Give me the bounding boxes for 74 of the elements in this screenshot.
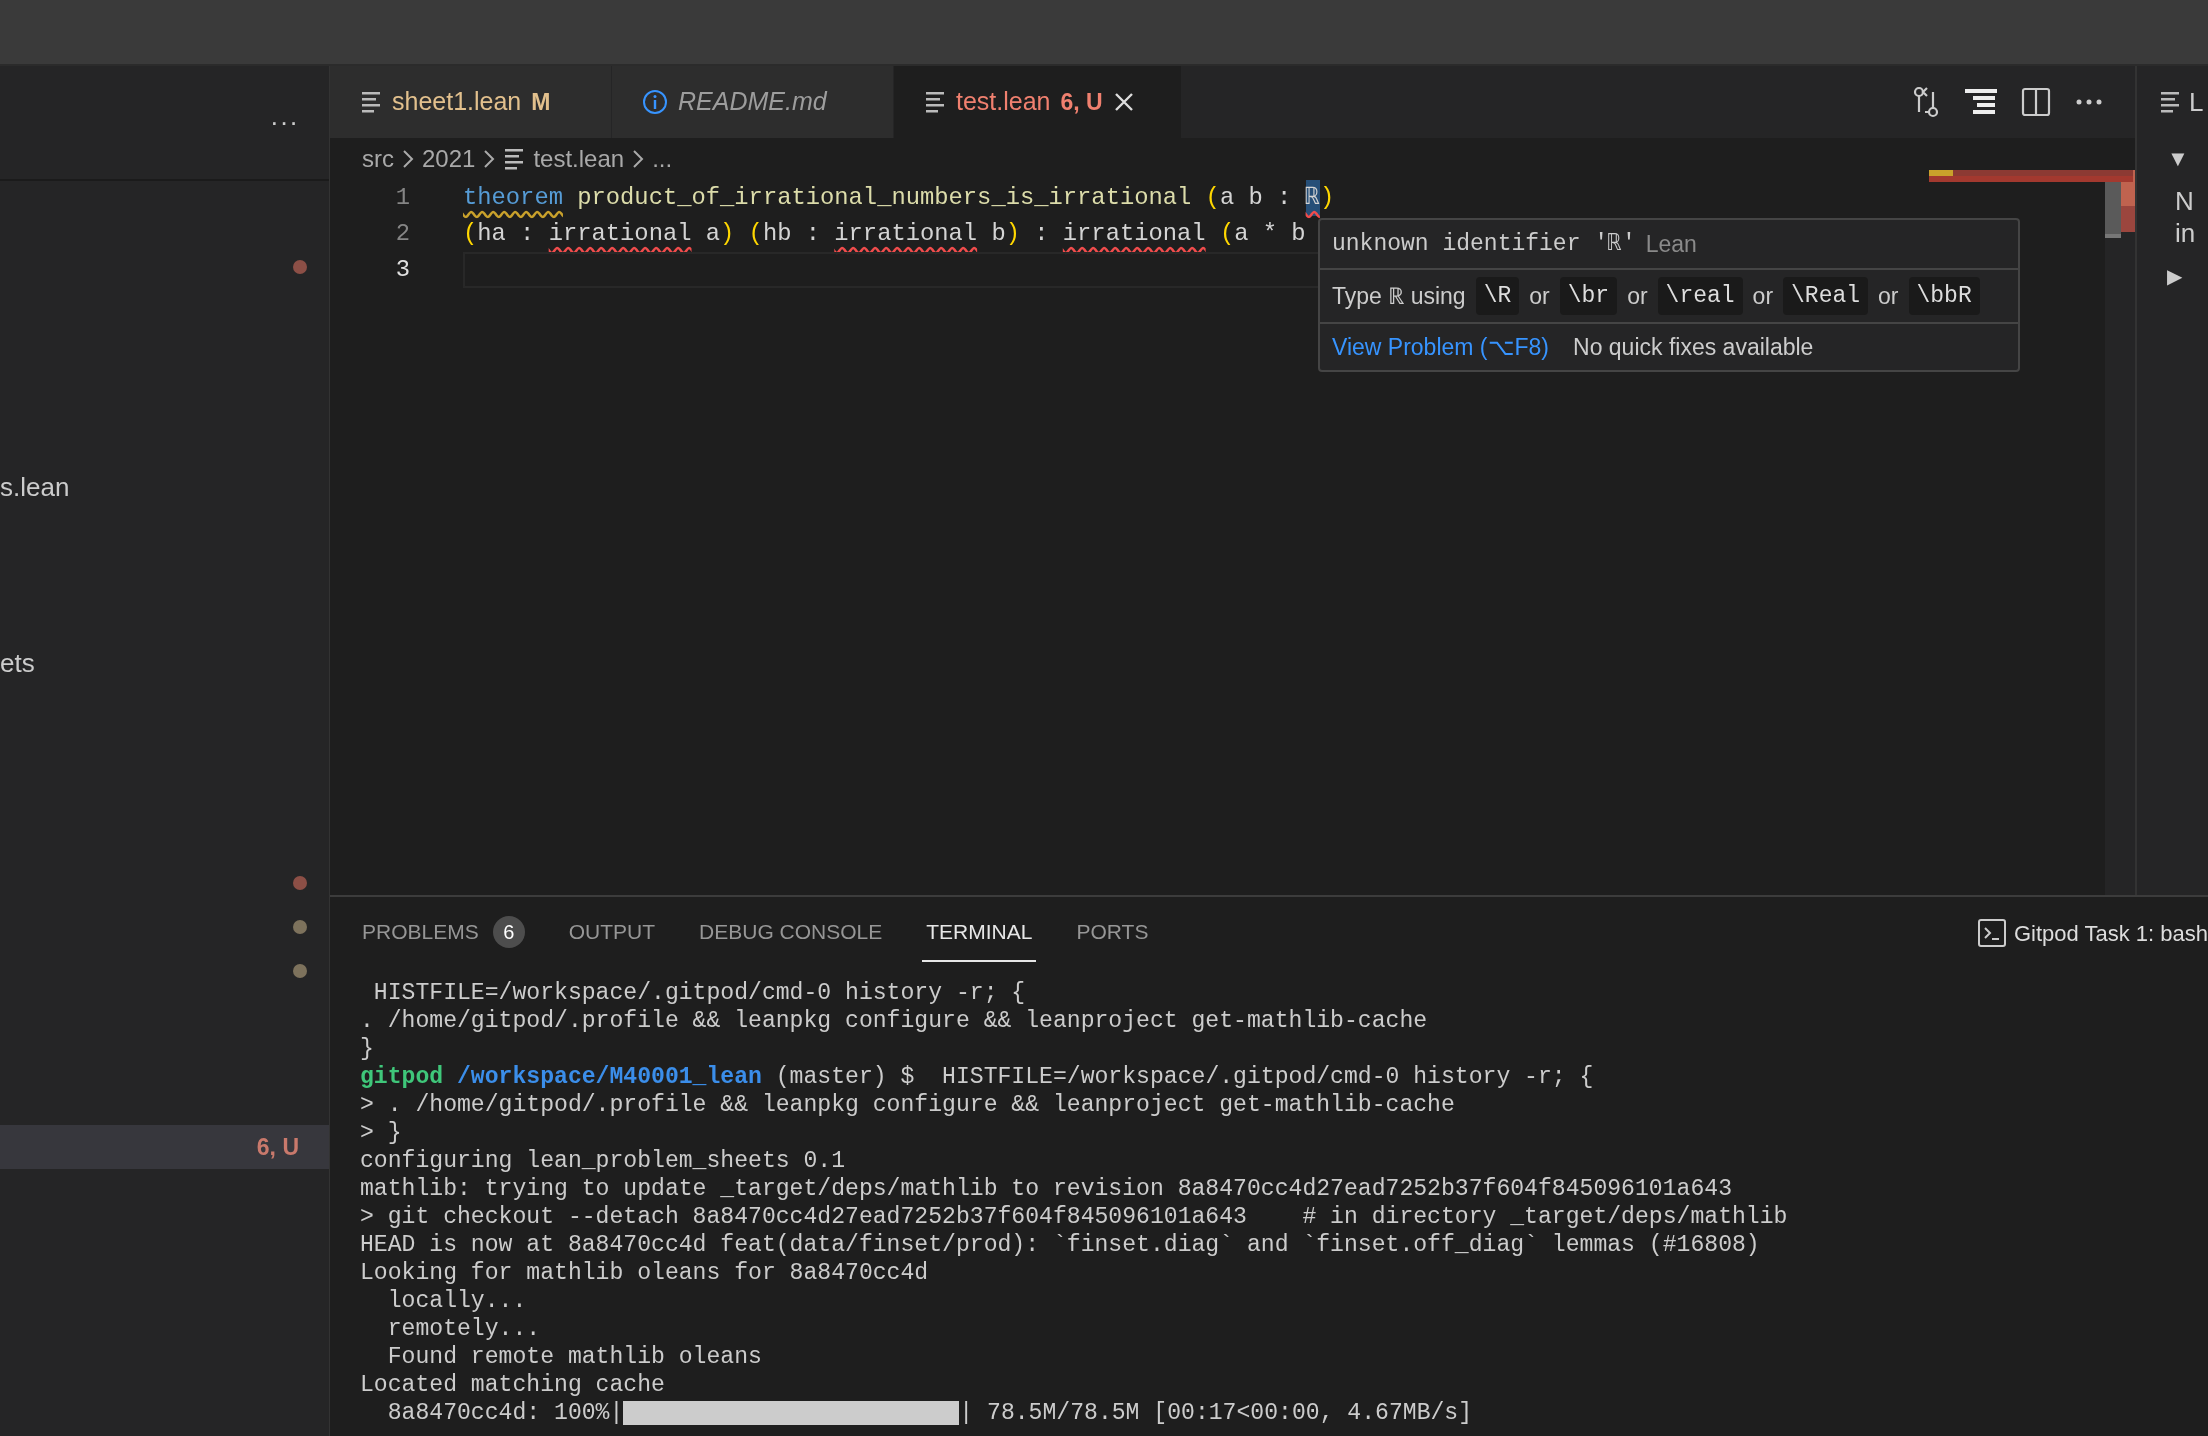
terminal-line: Located matching cache: [360, 1371, 666, 1399]
terminal-line: locally...: [386, 1287, 528, 1315]
terminal-line: }: [360, 1035, 375, 1063]
terminal-line: mathlib: trying to update _target/deps/mathlib to revision 8a8470cc4d27ead7252b37f604f845096101a643: [360, 1175, 1733, 1203]
tree-toggle[interactable]: ▶: [2137, 261, 2182, 291]
line-number: 3: [394, 255, 411, 286]
count-badge: 6: [492, 916, 525, 948]
tree-toggle[interactable]: ▼: [2137, 142, 2189, 175]
hint-text: Type ℝ using: [1332, 281, 1466, 311]
terminal-line: Looking for mathlib oleans for 8a8470cc4d: [360, 1259, 930, 1287]
hint-text: or: [1752, 281, 1774, 311]
info-icon: [642, 89, 668, 115]
outline-text: in: [2174, 217, 2196, 249]
outline-text: N: [2174, 185, 2194, 217]
panel-title: L: [2189, 85, 2204, 119]
terminal-icon: [1977, 919, 2006, 947]
error-message: unknown identifier 'ℝ': [1332, 229, 1636, 259]
terminal-line: HEAD is now at 8a8470cc4d feat(data/finset/prod): `finset.diag` and `finset.off_diag` lemmas (#16808): [360, 1231, 1761, 1259]
list-icon: [2159, 89, 2181, 115]
terminal-text: 8a8470cc4d: 100%|: [386, 1400, 624, 1426]
editor-tab[interactable]: sheet1.lean M: [330, 66, 612, 138]
chevron-icon: [632, 149, 645, 169]
view-problem-link[interactable]: View Problem (⌥F8): [1332, 329, 1550, 365]
terminal-line: configuring lean_problem_sheets 0.1: [360, 1147, 847, 1175]
editor-tab[interactable]: README.md: [612, 66, 894, 138]
compare-changes-icon[interactable]: [1911, 86, 1941, 118]
panel-tab[interactable]: TERMINAL: [922, 904, 1037, 962]
file-lines-icon: [360, 89, 382, 115]
code-snippet: \br: [1559, 276, 1618, 316]
file-name[interactable]: ets: [0, 643, 35, 683]
panel-tab[interactable]: DEBUG CONSOLE: [695, 904, 887, 962]
scrollbar[interactable]: [2105, 170, 2135, 895]
breadcrumb-item[interactable]: test.lean: [533, 141, 625, 177]
panel-tab[interactable]: PORTS: [1072, 904, 1153, 962]
chevron-icon: [483, 149, 496, 169]
panel-tab[interactable]: OUTPUT: [564, 904, 660, 962]
terminal-line: HISTFILE=/workspace/.gitpod/cmd-0 history -r; {: [372, 979, 1027, 1007]
terminal-name[interactable]: Gitpod Task 1: bash: [2013, 916, 2208, 950]
terminal-line: > git checkout --detach 8a8470cc4d27ead7252b37f604f845096101a643 # in directory _target/deps/mathlib: [360, 1203, 1789, 1231]
code-line: theorem product_of_irrational_numbers_is_irrational (a b : ℝ): [463, 180, 1335, 216]
close-icon: [1112, 91, 1135, 113]
file-name[interactable]: s.lean: [0, 467, 70, 507]
breadcrumb-item[interactable]: src: [362, 141, 394, 177]
hint-text: or: [1878, 281, 1899, 311]
code-line: (ha : irrational a) (hb : irrational b) : irrational (a * b: [463, 219, 1306, 250]
code-snippet: \Real: [1783, 276, 1869, 316]
quick-fix-note: No quick fixes available: [1573, 332, 1814, 362]
terminal-line: gitpod /workspace/M40001_lean (master) $ HISTFILE=/workspace/.gitpod/cmd-0 history -r; {: [360, 1063, 1595, 1091]
hint-text: or: [1627, 281, 1648, 311]
code-snippet: \R: [1475, 276, 1520, 316]
terminal-line: . /home/gitpod/.profile && leanpkg configure && leanproject get-mathlib-cache: [360, 1007, 1429, 1035]
editor-tab[interactable]: test.lean 6, U: [894, 66, 1182, 138]
split-editor-icon[interactable]: [2021, 87, 2051, 117]
hint-text: or: [1529, 281, 1550, 311]
line-number: 1: [394, 183, 411, 214]
source-label: Lean: [1645, 229, 1697, 259]
file-row[interactable]: 6, U: [0, 1125, 329, 1169]
file-lines-icon: [503, 146, 526, 172]
line-number: 2: [394, 219, 411, 250]
breadcrumb-item[interactable]: ...: [652, 141, 673, 177]
panel-tab[interactable]: PROBLEMS 6: [358, 904, 529, 962]
list-icon[interactable]: [1965, 87, 1997, 117]
file-lines-icon: [924, 89, 946, 115]
problem-count: 6, U: [256, 1132, 299, 1162]
terminal-text: | 78.5M/78.5M [00:17<00:00, 4.67MB/s]: [959, 1400, 1473, 1426]
terminal-line: > }: [360, 1119, 403, 1147]
more-menu[interactable]: ···: [270, 103, 299, 142]
terminal-line: > . /home/gitpod/.profile && leanpkg configure && leanproject get-mathlib-cache: [360, 1091, 1456, 1119]
code-snippet: \real: [1657, 276, 1743, 316]
chevron-icon: [402, 149, 414, 169]
code-snippet: \bbR: [1908, 276, 1980, 316]
breadcrumb-item[interactable]: 2021: [422, 141, 476, 177]
terminal-line: remotely...: [386, 1315, 542, 1343]
terminal-line: Found remote mathlib oleans: [386, 1343, 763, 1371]
